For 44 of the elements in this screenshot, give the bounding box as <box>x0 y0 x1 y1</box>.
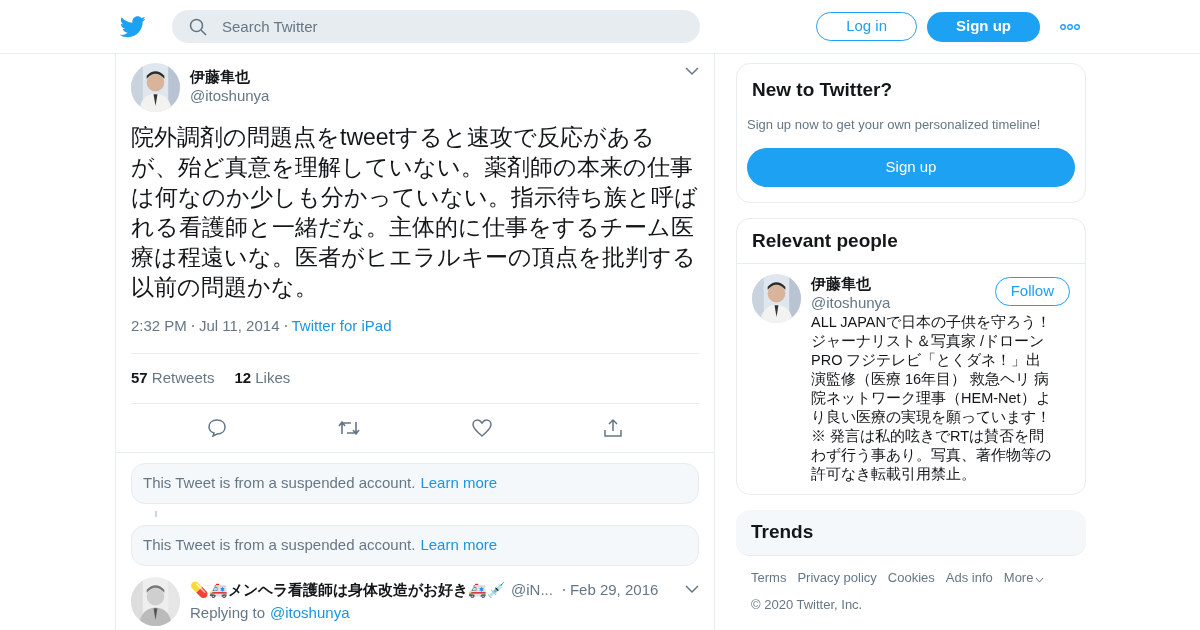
card-title: New to Twitter? <box>751 78 894 102</box>
footer-link[interactable]: Cookies <box>887 568 935 588</box>
card-title: Trends <box>751 520 814 545</box>
person-name[interactable]: 伊藤隼也 <box>811 274 995 293</box>
sign-up-button[interactable]: Sign up <box>747 148 1075 187</box>
search-icon <box>189 18 207 36</box>
reply-date[interactable]: Feb 29, 2016 <box>569 578 659 601</box>
stat-link[interactable]: 57 Retweets <box>131 366 215 390</box>
footer-link[interactable]: More <box>1003 568 1034 588</box>
tweet-date: Jul 11, 2014 <box>198 316 280 336</box>
sign-up-button[interactable]: Sign up <box>927 11 1040 42</box>
heart-icon[interactable] <box>471 418 492 437</box>
learn-more-link[interactable]: Learn more <box>420 471 498 495</box>
share-icon[interactable] <box>603 417 624 438</box>
suspended-text: This Tweet is from a suspended account. <box>143 472 416 493</box>
card-title: Relevant people <box>737 219 1085 264</box>
reply-author-handle[interactable]: @iN... <box>511 578 553 601</box>
chevron-down-icon[interactable] <box>685 67 699 76</box>
person-handle[interactable]: @itoshunya <box>811 293 995 312</box>
tweet-text: 院外調剤の問題点をtweetすると速攻で反応があるが、殆ど真意を理解していない。薬剤師の本来の仕事は何なのか少しも分かっていない。指示待ち族と呼ばれる看護師と一緒だな。主体的に仕事をするチーム医療は程遠いな。医者がヒエラルキーの頂点を批判する以前の問題かな。 <box>131 123 699 302</box>
suspended-text: This Tweet is from a suspended account. <box>143 534 416 555</box>
log-in-button[interactable]: Log in <box>816 12 917 41</box>
mention-link[interactable]: @itoshunya <box>270 602 350 625</box>
footer-link[interactable]: Ads info <box>945 568 993 588</box>
copyright: © 2020 Twitter, Inc. <box>751 595 864 614</box>
reply-icon[interactable] <box>206 417 227 438</box>
chevron-down-icon[interactable] <box>685 585 699 595</box>
retweet-icon[interactable] <box>338 418 361 437</box>
more-icon[interactable] <box>1060 23 1080 30</box>
card-subtitle: Sign up now to get your own personalized timeline! <box>747 115 1042 134</box>
bird-logo-icon[interactable] <box>120 15 146 38</box>
search-field[interactable]: Search Twitter <box>172 10 700 43</box>
author-name[interactable]: 伊藤隼也 <box>190 67 675 86</box>
tweet-time: 2:32 PM <box>131 316 187 336</box>
chevron-down-icon[interactable] <box>1035 577 1045 584</box>
reply-author-name[interactable]: 💊🚑メンヘラ看護師は身体改造がお好き🚑💉 <box>190 578 506 601</box>
person-bio: ALL JAPANで日本の子供を守ろう！ジャーナリスト＆写真家 /ドローンPRO フジテレビ「とくダネ！」出演監修（医療 16年目） 救急ヘリ 病院ネットワーク理事（HEM-Net）より良い医療の実現を願っています！※ 発言は私的呟きでRTは賛否を問わず行う事あり。写真、著作物等の許可なき転載引用禁止。 <box>811 313 1052 484</box>
replying-label: Replying to <box>190 603 266 623</box>
stat-link[interactable]: 12 Likes <box>234 366 291 390</box>
author-handle[interactable]: @itoshunya <box>190 86 675 105</box>
footer-link[interactable]: Terms <box>751 568 787 588</box>
footer-link[interactable]: Privacy policy <box>797 568 877 588</box>
learn-more-link[interactable]: Learn more <box>420 533 498 557</box>
source-link[interactable]: Twitter for iPad <box>291 315 392 338</box>
